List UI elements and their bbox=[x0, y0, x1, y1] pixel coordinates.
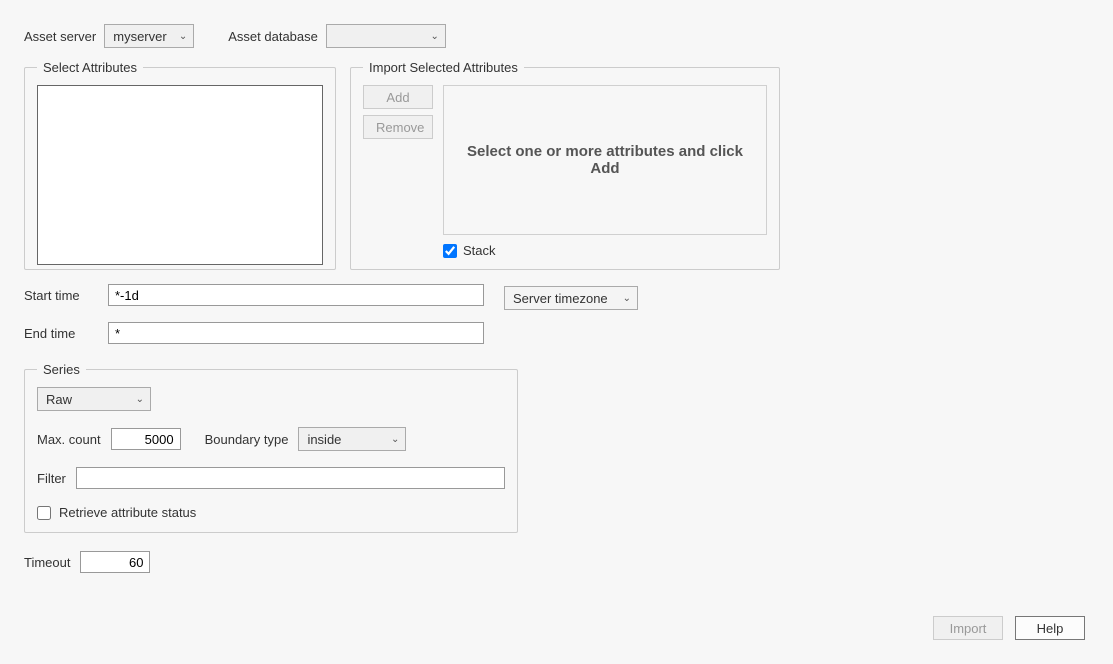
import-button[interactable]: Import bbox=[933, 616, 1003, 640]
chevron-down-icon: ⌄ bbox=[623, 293, 631, 304]
timeout-input[interactable] bbox=[80, 551, 150, 573]
series-mode-value: Raw bbox=[46, 392, 72, 407]
timezone-select[interactable]: Server timezone ⌄ bbox=[504, 286, 638, 310]
chevron-down-icon: ⌄ bbox=[430, 31, 438, 42]
attributes-listbox[interactable] bbox=[37, 85, 323, 265]
timeout-label: Timeout bbox=[24, 555, 70, 570]
help-button[interactable]: Help bbox=[1015, 616, 1085, 640]
asset-server-select[interactable]: myserver ⌄ bbox=[104, 24, 194, 48]
import-message: Select one or more attributes and click … bbox=[443, 85, 767, 235]
filter-input[interactable] bbox=[76, 467, 505, 489]
import-selected-group: Import Selected Attributes Add Remove Se… bbox=[350, 60, 780, 270]
chevron-down-icon: ⌄ bbox=[391, 434, 399, 445]
stack-label: Stack bbox=[463, 243, 496, 258]
asset-server-label: Asset server bbox=[24, 29, 96, 44]
end-time-input[interactable] bbox=[108, 322, 484, 344]
timezone-value: Server timezone bbox=[513, 291, 608, 306]
filter-label: Filter bbox=[37, 471, 66, 486]
select-attributes-legend: Select Attributes bbox=[37, 60, 143, 75]
asset-database-select[interactable]: ⌄ bbox=[326, 24, 446, 48]
boundary-type-select[interactable]: inside ⌄ bbox=[298, 427, 406, 451]
end-time-label: End time bbox=[24, 326, 104, 341]
retrieve-status-label: Retrieve attribute status bbox=[59, 505, 196, 520]
max-count-input[interactable] bbox=[111, 428, 181, 450]
asset-database-label: Asset database bbox=[228, 29, 318, 44]
stack-checkbox[interactable] bbox=[443, 244, 457, 258]
series-mode-select[interactable]: Raw ⌄ bbox=[37, 387, 151, 411]
retrieve-status-checkbox[interactable] bbox=[37, 506, 51, 520]
max-count-label: Max. count bbox=[37, 432, 101, 447]
add-button[interactable]: Add bbox=[363, 85, 433, 109]
asset-server-value: myserver bbox=[113, 29, 166, 44]
start-time-label: Start time bbox=[24, 288, 104, 303]
series-legend: Series bbox=[37, 362, 86, 377]
series-group: Series Raw ⌄ Max. count Boundary type in… bbox=[24, 362, 518, 533]
boundary-type-value: inside bbox=[307, 432, 341, 447]
chevron-down-icon: ⌄ bbox=[179, 31, 187, 42]
boundary-type-label: Boundary type bbox=[205, 432, 289, 447]
chevron-down-icon: ⌄ bbox=[136, 394, 144, 405]
start-time-input[interactable] bbox=[108, 284, 484, 306]
select-attributes-group: Select Attributes bbox=[24, 60, 336, 270]
import-selected-legend: Import Selected Attributes bbox=[363, 60, 524, 75]
remove-button[interactable]: Remove bbox=[363, 115, 433, 139]
